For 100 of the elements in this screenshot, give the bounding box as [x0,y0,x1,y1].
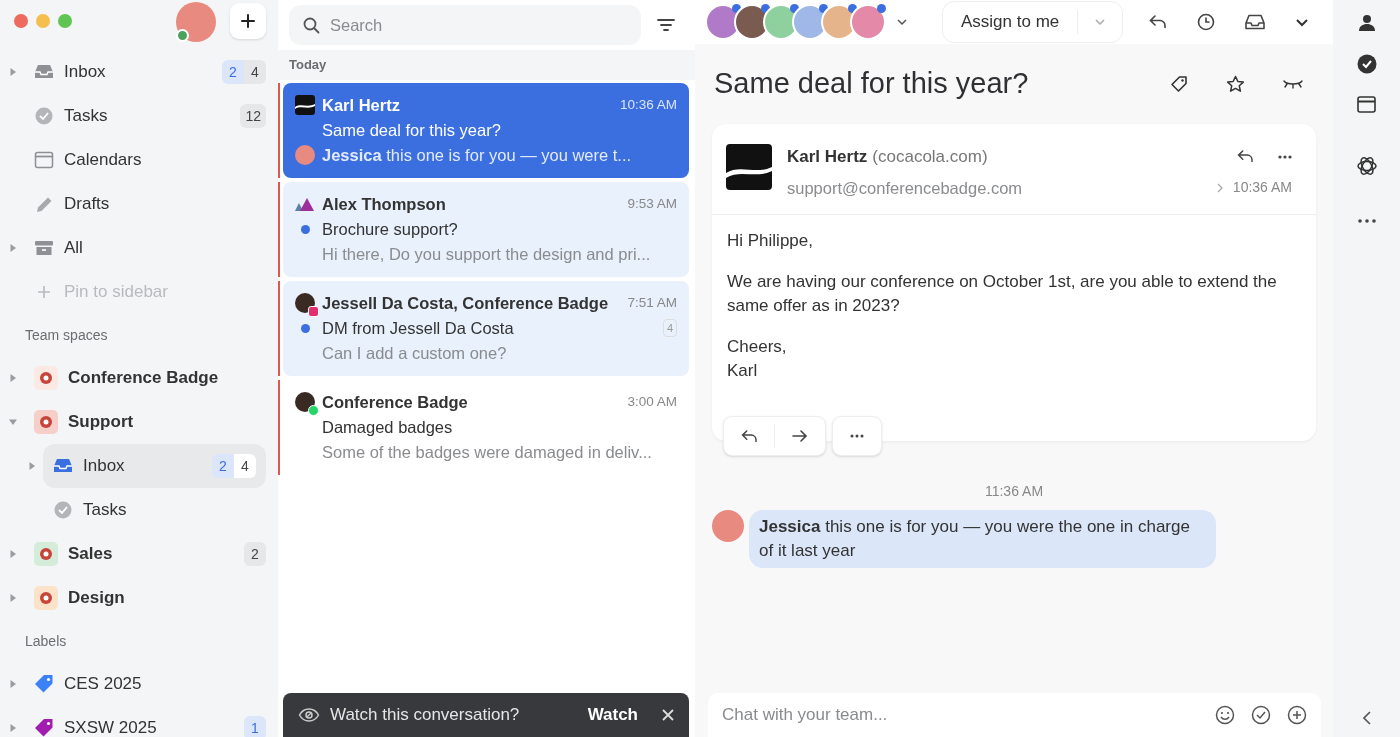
chevron-left-icon[interactable] [1362,711,1371,725]
watch-button[interactable]: Watch [587,702,638,728]
clock-icon[interactable] [1197,13,1216,31]
sidebar-item[interactable]: Tasks [53,488,266,532]
inbox-icon [34,63,54,81]
sender-logo-icon [726,144,772,190]
toast-message: Watch this conversation? [330,704,521,727]
tag-icon [34,674,54,694]
sidebar-item-label: Conference Badge [68,367,220,390]
sidebar-item-label: CES 2025 [64,673,143,696]
more-icon[interactable] [1357,219,1376,223]
sidebar-item[interactable]: Calendars [34,138,266,182]
sidebar-item[interactable]: Conference Badge [34,356,266,400]
sidebar-item-label: Tasks [83,499,128,522]
check-icon [53,501,73,519]
conversation-preview: Some of the badges were damaged in deliv... [322,441,653,463]
conversation-subject: Damaged badges [322,416,454,438]
message-count: 4 [662,318,677,338]
comment-bubble: Jessica this one is for you — you were the one in charge of it last year [749,510,1216,569]
search-icon [303,16,320,34]
message-text: Cheers, [727,336,788,359]
sidebar-item[interactable]: Inbox 2 4 [34,50,266,94]
count-badge: 4 [244,60,266,84]
archive-icon [34,239,54,257]
sidebar-item-label: Tasks [64,105,109,128]
conversation-time: 9:53 AM [627,194,677,213]
whatsapp-badge-icon [308,405,319,416]
instagram-badge-icon [308,306,319,317]
sidebar-item[interactable]: Inbox 2 4 [43,444,266,488]
inbox-icon [53,457,73,475]
emoji-icon[interactable] [1215,705,1235,725]
reply-icon[interactable] [1237,150,1254,164]
participant-avatar[interactable] [850,4,886,40]
conversation-subject: Same deal for this year? [322,119,502,141]
sidebar-item-label: All [64,237,84,260]
sender-name: Conference Badge [322,391,469,413]
star-icon[interactable] [1226,75,1245,93]
conversation-item[interactable]: Alex Thompson 9:53 AM Brochure support? Hi there, Do you support the design and pri... [283,182,689,277]
message-time: 10:36 AM [1232,178,1292,198]
search-input[interactable]: Search [330,12,627,38]
sender-name: Alex Thompson [322,193,447,215]
add-circle-icon[interactable] [1287,705,1307,725]
sender-name: Jessell Da Costa, Conference Badge [322,292,610,314]
sidebar-item[interactable]: Tasks 12 [34,94,266,138]
sidebar-item[interactable]: Drafts [34,182,266,226]
sender-name: Karl Hertz [322,94,401,116]
chevron-down-icon[interactable] [896,18,908,26]
sidebar-item[interactable]: CES 2025 [34,662,266,706]
conversation-title: Same deal for this year? [714,66,1030,102]
compose-button[interactable] [230,3,266,39]
count-badge: 1 [244,716,266,737]
message-text: We are having our conference on October 1st, are you able to extend the same offer as in 2023? [727,271,1278,318]
count-badge: 2 [222,60,244,84]
chat-input[interactable]: Chat with your team... [722,702,1199,728]
sidebar-item[interactable]: Design [34,576,266,620]
sidebar-item[interactable]: SXSW 2025 1 [34,706,266,737]
sidebar-item-label: Inbox [83,455,126,478]
tag-icon[interactable] [1170,75,1188,93]
sidebar-item-label: Inbox [64,61,107,84]
sidebar-item[interactable]: Sales 2 [34,532,266,576]
conversation-preview: Jessica this one is for you — you were t... [322,144,633,166]
sidebar-item-label: Support [68,411,135,434]
conversation-preview: Hi there, Do you support the design and pri... [322,243,652,265]
close-icon[interactable] [662,709,674,721]
conversation-subject: Brochure support? [322,218,459,240]
conversation-item[interactable]: Jessell Da Costa, Conference Badge 7:51 AM DM from Jessell Da Costa 4 Can I add a custom one? [283,281,689,376]
sender-email: support@conferencebadge.com [787,177,1023,199]
sidebar-item[interactable]: Support [34,400,266,444]
section-heading: Labels [25,631,67,651]
plus-icon [240,13,256,29]
message-text: Karl [727,360,759,383]
sidebar-item-label: Sales [68,543,114,566]
knot-icon[interactable] [1355,155,1378,177]
reply-icon[interactable] [1149,15,1168,29]
comment-time: 11:36 AM [984,482,1044,502]
message-text: Hi Philippe, [727,230,814,253]
hide-icon[interactable] [1283,78,1303,90]
conversation-item[interactable]: Karl Hertz 10:36 AM Same deal for this year? Jessica this one is for you — you were t... [283,83,689,178]
conversation-time: 7:51 AM [627,293,677,312]
window-icon[interactable] [1357,96,1376,113]
search-field[interactable]: Search [289,5,641,45]
check-circle-icon[interactable] [1356,54,1377,74]
sender-domain: (cocacola.com) [872,146,988,168]
user-avatar[interactable] [176,2,216,42]
more-icon [850,434,864,439]
person-icon[interactable] [1357,14,1376,32]
assign-button[interactable]: Assign to me [943,9,1078,35]
check-circle-icon[interactable] [1251,705,1271,725]
eye-icon [298,707,320,723]
chat-field[interactable]: Chat with your team... [708,693,1321,737]
count-badge: 12 [240,104,266,128]
chevron-down-icon[interactable] [1295,17,1309,27]
pencil-icon [34,195,54,213]
inbox-icon[interactable] [1245,14,1266,30]
filter-icon[interactable] [657,18,675,32]
sidebar-item[interactable]: All [34,226,266,270]
reply-icon [740,429,758,443]
more-icon[interactable] [1278,154,1292,159]
conversation-subject: DM from Jessell Da Costa [322,317,515,339]
count-badge: 4 [234,454,256,478]
